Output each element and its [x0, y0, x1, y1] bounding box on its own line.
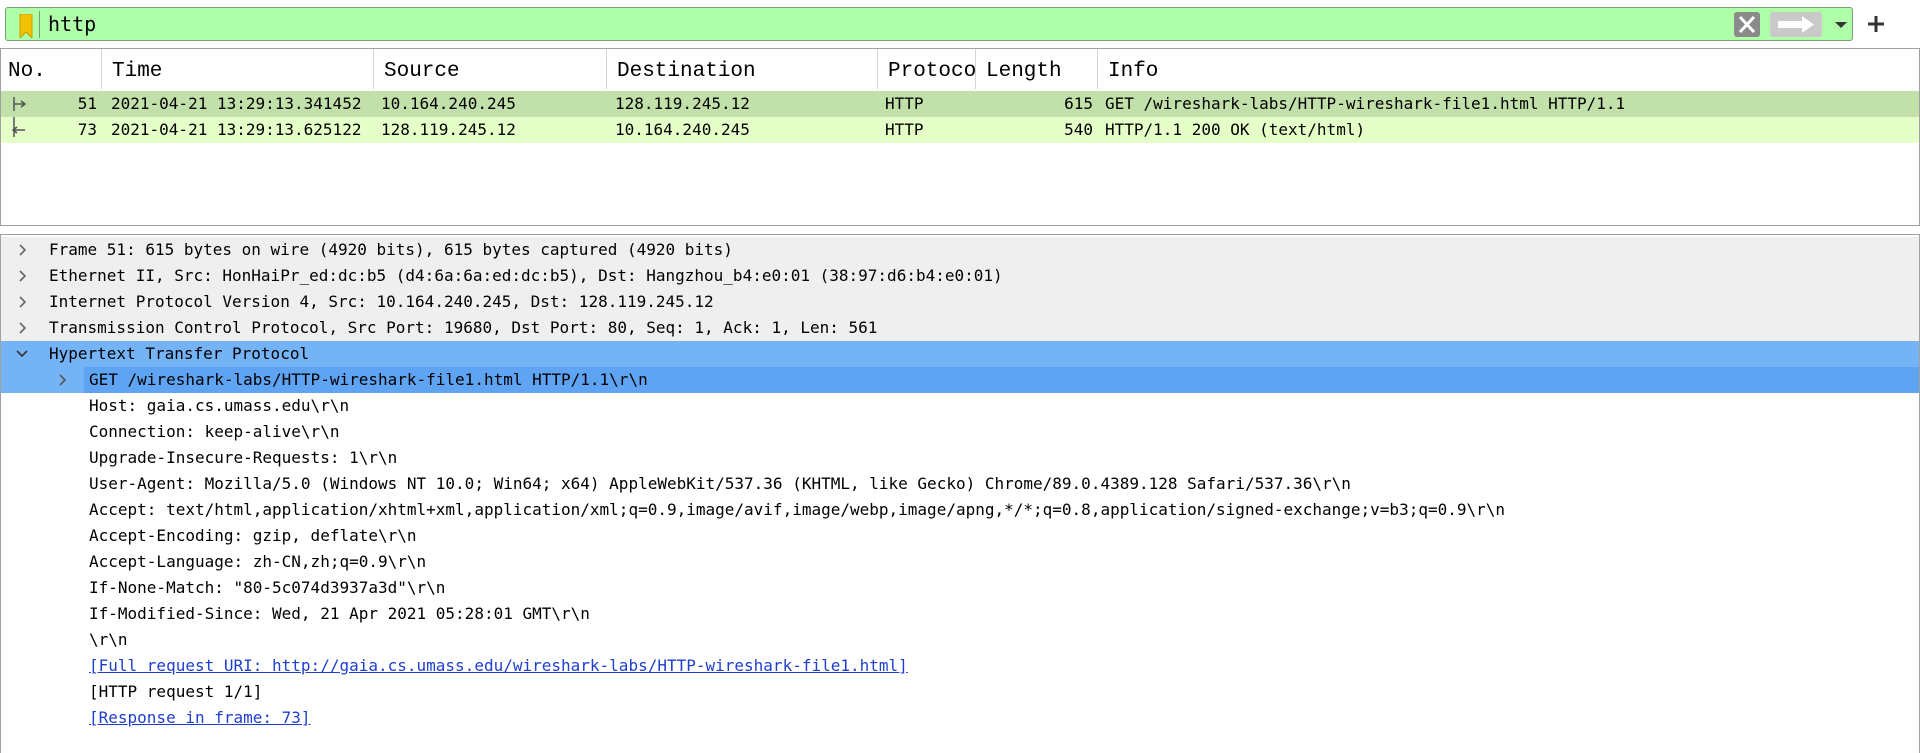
full-request-uri-link[interactable]: [Full request URI: http://gaia.cs.umass.… — [89, 653, 908, 679]
column-header-destination[interactable]: Destination — [610, 49, 878, 89]
tree-item-upgrade-insecure[interactable]: Upgrade-Insecure-Requests: 1\r\n — [1, 445, 1919, 471]
chevron-down-icon — [1835, 22, 1847, 28]
tree-item-http-request-count[interactable]: [HTTP request 1/1] — [1, 679, 1919, 705]
tree-item-request-line[interactable]: GET /wireshark-labs/HTTP-wireshark-file1… — [1, 367, 1919, 393]
packet-list-header: No. Time Source Destination Protoco Leng… — [1, 49, 1919, 89]
column-header-protocol[interactable]: Protoco — [881, 49, 976, 89]
add-filter-button[interactable] — [1862, 10, 1890, 38]
tree-item-frame[interactable]: Frame 51: 615 bytes on wire (4920 bits),… — [1, 237, 1919, 263]
tree-item-if-none-match[interactable]: If-None-Match: "80-5c074d3937a3d"\r\n — [1, 575, 1919, 601]
packet-protocol: HTTP — [885, 94, 924, 113]
tree-item-label: Transmission Control Protocol, Src Port:… — [49, 318, 878, 337]
request-related-icon — [13, 97, 27, 111]
chevron-right-icon[interactable] — [15, 237, 31, 263]
packet-info: GET /wireshark-labs/HTTP-wireshark-file1… — [1105, 94, 1626, 113]
tree-item-label: Ethernet II, Src: HonHaiPr_ed:dc:b5 (d4:… — [49, 266, 1003, 285]
tree-item-if-modified-since[interactable]: If-Modified-Since: Wed, 21 Apr 2021 05:2… — [1, 601, 1919, 627]
packet-time: 2021-04-21 13:29:13.341452 — [111, 94, 362, 113]
tree-item-accept[interactable]: Accept: text/html,application/xhtml+xml,… — [1, 497, 1919, 523]
close-icon — [1738, 15, 1756, 34]
packet-no: 73 — [77, 120, 97, 139]
tree-item-host[interactable]: Host: gaia.cs.umass.edu\r\n — [1, 393, 1919, 419]
packet-no: 51 — [77, 94, 97, 113]
packet-row-selected[interactable]: 51 2021-04-21 13:29:13.341452 10.164.240… — [1, 91, 1919, 117]
tree-item-http[interactable]: Hypertext Transfer Protocol — [1, 341, 1919, 367]
chevron-right-icon[interactable] — [15, 289, 31, 315]
tree-item-full-request-uri[interactable]: [Full request URI: http://gaia.cs.umass.… — [1, 653, 1919, 679]
tree-item-ethernet[interactable]: Ethernet II, Src: HonHaiPr_ed:dc:b5 (d4:… — [1, 263, 1919, 289]
packet-list-pane: No. Time Source Destination Protoco Leng… — [0, 48, 1920, 226]
display-filter-box — [5, 7, 1853, 41]
column-header-time[interactable]: Time — [105, 49, 374, 89]
packet-protocol: HTTP — [885, 120, 924, 139]
tree-item-label: Accept: text/html,application/xhtml+xml,… — [89, 500, 1506, 519]
packet-source: 10.164.240.245 — [381, 94, 516, 113]
column-header-info[interactable]: Info — [1101, 49, 1919, 89]
tree-item-connection[interactable]: Connection: keep-alive\r\n — [1, 419, 1919, 445]
packet-destination: 10.164.240.245 — [615, 120, 750, 139]
chevron-down-icon[interactable] — [14, 341, 30, 367]
tree-item-crlf[interactable]: \r\n — [1, 627, 1919, 653]
packet-destination: 128.119.245.12 — [615, 94, 750, 113]
tree-item-ipv4[interactable]: Internet Protocol Version 4, Src: 10.164… — [1, 289, 1919, 315]
tree-item-label: Host: gaia.cs.umass.edu\r\n — [89, 396, 350, 415]
clear-filter-button[interactable] — [1734, 12, 1760, 37]
display-filter-toolbar — [0, 0, 1920, 48]
tree-item-user-agent[interactable]: User-Agent: Mozilla/5.0 (Windows NT 10.0… — [1, 471, 1919, 497]
plus-icon — [1868, 16, 1884, 32]
tree-item-label: Accept-Language: zh-CN,zh;q=0.9\r\n — [89, 552, 427, 571]
tree-item-accept-language[interactable]: Accept-Language: zh-CN,zh;q=0.9\r\n — [1, 549, 1919, 575]
tree-item-label: \r\n — [89, 630, 128, 649]
tree-item-label: Upgrade-Insecure-Requests: 1\r\n — [89, 448, 398, 467]
filter-bookmark-button[interactable] — [11, 11, 40, 38]
tree-item-response-in-frame[interactable]: [Response in frame: 73] — [1, 705, 1919, 731]
tree-item-label: Accept-Encoding: gzip, deflate\r\n — [89, 526, 417, 545]
packet-details-pane: Frame 51: 615 bytes on wire (4920 bits),… — [0, 234, 1920, 753]
packet-row[interactable]: 73 2021-04-21 13:29:13.625122 128.119.24… — [1, 117, 1919, 143]
tree-item-label: [HTTP request 1/1] — [89, 682, 263, 701]
tree-item-label: If-None-Match: "80-5c074d3937a3d"\r\n — [89, 578, 446, 597]
bookmark-icon — [19, 14, 33, 38]
tree-item-label: Connection: keep-alive\r\n — [89, 422, 340, 441]
tree-item-label: Internet Protocol Version 4, Src: 10.164… — [49, 292, 714, 311]
chevron-right-icon[interactable] — [15, 315, 31, 341]
packet-time: 2021-04-21 13:29:13.625122 — [111, 120, 362, 139]
packet-source: 128.119.245.12 — [381, 120, 516, 139]
chevron-right-icon[interactable] — [15, 263, 31, 289]
tree-item-label: Frame 51: 615 bytes on wire (4920 bits),… — [49, 240, 733, 259]
packet-info: HTTP/1.1 200 OK (text/html) — [1105, 120, 1366, 139]
tree-item-accept-encoding[interactable]: Accept-Encoding: gzip, deflate\r\n — [1, 523, 1919, 549]
display-filter-input[interactable] — [48, 10, 1728, 38]
tree-item-label: If-Modified-Since: Wed, 21 Apr 2021 05:2… — [89, 604, 590, 623]
response-in-frame-link[interactable]: [Response in frame: 73] — [89, 705, 311, 731]
apply-filter-button[interactable] — [1770, 12, 1822, 37]
arrow-right-icon — [1778, 16, 1814, 33]
chevron-right-icon[interactable] — [55, 367, 71, 393]
response-related-icon — [11, 117, 25, 137]
packet-length: 615 — [1064, 94, 1093, 113]
filter-history-dropdown[interactable] — [1832, 12, 1850, 37]
column-header-source[interactable]: Source — [377, 49, 607, 89]
column-header-no[interactable]: No. — [1, 49, 102, 89]
tree-item-label: User-Agent: Mozilla/5.0 (Windows NT 10.0… — [89, 474, 1351, 493]
tree-item-label: GET /wireshark-labs/HTTP-wireshark-file1… — [89, 370, 648, 389]
tree-item-tcp[interactable]: Transmission Control Protocol, Src Port:… — [1, 315, 1919, 341]
tree-item-label: Hypertext Transfer Protocol — [49, 344, 310, 363]
packet-length: 540 — [1064, 120, 1093, 139]
column-header-length[interactable]: Length — [979, 49, 1098, 89]
